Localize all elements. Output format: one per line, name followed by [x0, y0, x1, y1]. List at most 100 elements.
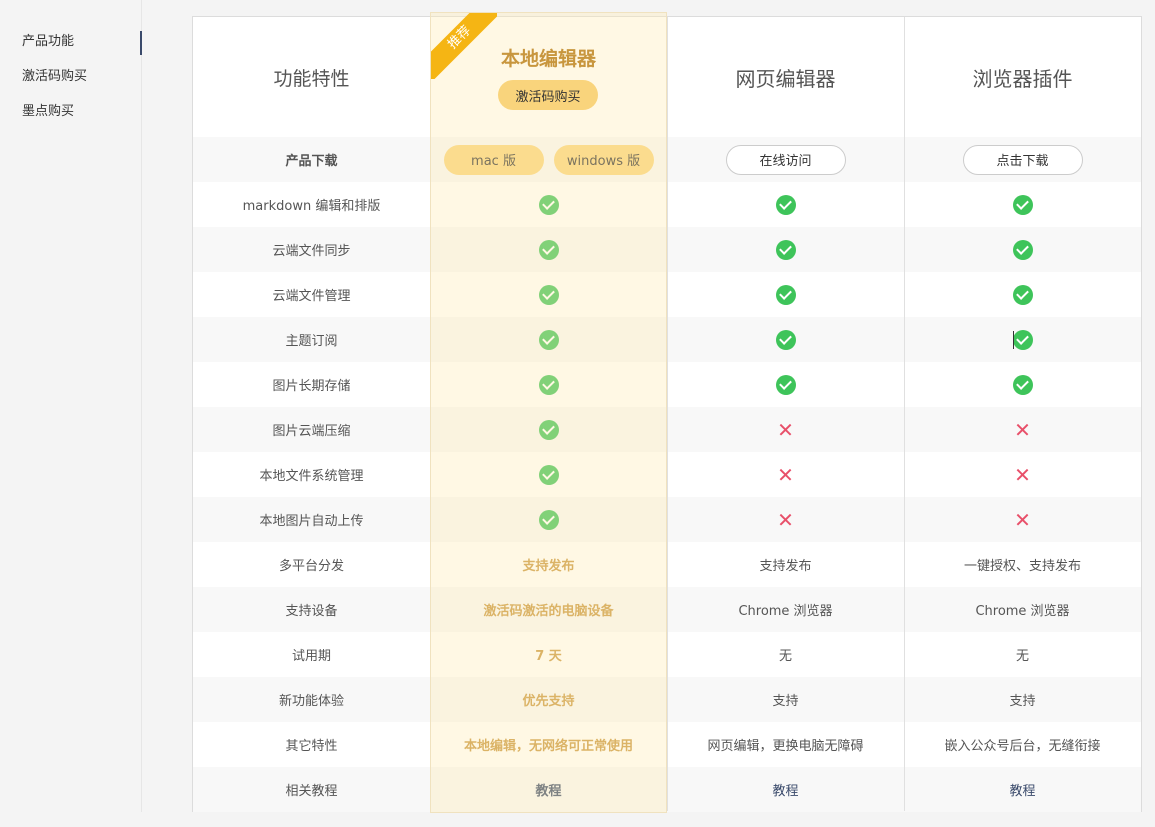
browser-plugin-title: 浏览器插件 [972, 66, 1073, 91]
local-value-cell: 7 天 [535, 649, 562, 664]
row-label: 主题订阅 [285, 334, 338, 349]
sidebar-active-indicator [140, 31, 142, 55]
local-support-cell [430, 407, 667, 452]
plugin-value-cell: 嵌入公众号后台，无缝衔接 [944, 739, 1101, 754]
row-label: 图片长期存储 [272, 379, 351, 394]
local-support-cell [430, 452, 667, 497]
local-support-cell [430, 272, 667, 317]
plugin-value-cell: 支持 [1009, 694, 1036, 709]
cross-icon: ✕ [1014, 507, 1031, 532]
row-label: 产品下载 [193, 137, 430, 182]
download-row-label: 产品下载 [285, 154, 338, 169]
web-support-cell [667, 272, 904, 317]
web-value-cell: 无 [778, 649, 792, 664]
row-label: markdown 编辑和排版 [242, 199, 381, 214]
check-icon [775, 194, 796, 215]
windows-download-button[interactable]: windows 版 [553, 144, 654, 175]
plugin-support-cell: ✕ [904, 407, 1141, 452]
row-label: 相关教程 [285, 784, 338, 799]
cross-icon: ✕ [1014, 417, 1031, 442]
check-icon [538, 374, 559, 395]
check-icon [538, 284, 559, 305]
local-support-cell [430, 497, 667, 542]
check-icon [775, 329, 796, 350]
activation-code-buy-button[interactable]: 激活码购买 [498, 80, 598, 110]
row-label: 试用期 [291, 649, 331, 664]
comparison-table: 功能特性 网页编辑器 浏览器插件 产品下载 mac 版 windows 版 在线… [192, 16, 1142, 812]
sidebar-item-ink-points[interactable]: 墨点购买 [22, 100, 74, 124]
plugin-support-cell [904, 362, 1141, 407]
check-icon [538, 239, 559, 260]
web-value-cell: 网页编辑，更换电脑无障碍 [707, 739, 864, 754]
plugin-tutorial-cell: 教程 [904, 767, 1141, 812]
column-divider [430, 17, 431, 811]
row-label: 本地文件系统管理 [259, 469, 364, 484]
web-tutorial-link[interactable]: 教程 [772, 780, 798, 799]
plugin-support-cell [904, 182, 1141, 227]
row-label: 本地图片自动上传 [259, 514, 364, 529]
cross-icon: ✕ [777, 462, 794, 487]
mac-download-button[interactable]: mac 版 [443, 144, 544, 175]
sidebar: 产品功能 激活码购买 墨点购买 [0, 0, 142, 812]
row-label: 云端文件同步 [272, 244, 351, 259]
local-value-cell: 优先支持 [522, 694, 575, 709]
web-value-cell: 支持发布 [759, 559, 812, 574]
plugin-value-cell: 一键授权、支持发布 [963, 559, 1081, 574]
check-icon [538, 419, 559, 440]
check-icon [538, 464, 559, 485]
row-label: 图片云端压缩 [272, 424, 351, 439]
web-value-cell: 支持 [772, 694, 799, 709]
cross-icon: ✕ [777, 507, 794, 532]
check-icon [775, 239, 796, 260]
plugin-download-cell: 点击下载 [904, 137, 1141, 182]
plugin-value-cell: Chrome 浏览器 [975, 604, 1070, 619]
local-support-cell [430, 362, 667, 407]
local-value-cell: 支持发布 [522, 559, 575, 574]
check-icon [775, 284, 796, 305]
plugin-support-cell [904, 317, 1141, 362]
web-editor-header: 网页编辑器 [667, 17, 904, 137]
local-support-cell [430, 317, 667, 362]
local-editor-title: 本地编辑器 [500, 48, 596, 70]
text-cursor [1013, 331, 1014, 349]
sidebar-item-product-features[interactable]: 产品功能 [22, 30, 74, 54]
web-support-cell: ✕ [667, 452, 904, 497]
plugin-value-cell: 无 [1015, 649, 1029, 664]
plugin-download-button[interactable]: 点击下载 [962, 144, 1083, 175]
web-tutorial-cell: 教程 [667, 767, 904, 812]
web-support-cell: ✕ [667, 497, 904, 542]
check-icon [1012, 374, 1033, 395]
check-icon [538, 509, 559, 530]
row-label: 云端文件管理 [272, 289, 351, 304]
browser-plugin-header: 浏览器插件 [904, 17, 1141, 137]
local-support-cell [430, 227, 667, 272]
row-label: 多平台分发 [278, 559, 344, 574]
online-access-button[interactable]: 在线访问 [725, 144, 846, 175]
web-editor-title: 网页编辑器 [735, 66, 836, 91]
cross-icon: ✕ [1014, 462, 1031, 487]
plugin-support-cell: ✕ [904, 497, 1141, 542]
local-tutorial-cell: 教程 [430, 767, 667, 812]
web-support-cell [667, 317, 904, 362]
feature-column-header: 功能特性 [193, 17, 430, 137]
row-label: 其它特性 [285, 739, 338, 754]
check-icon [1012, 239, 1033, 260]
check-icon [775, 374, 796, 395]
local-support-cell [430, 182, 667, 227]
check-icon [1012, 194, 1033, 215]
plugin-support-cell [904, 227, 1141, 272]
local-value-cell: 本地编辑，无网络可正常使用 [463, 739, 633, 754]
column-divider [904, 17, 905, 811]
local-tutorial-link[interactable]: 教程 [535, 780, 561, 799]
plugin-tutorial-link[interactable]: 教程 [1009, 780, 1035, 799]
column-divider [667, 17, 668, 811]
sidebar-item-activation-code[interactable]: 激活码购买 [22, 65, 87, 89]
feature-column-title: 功能特性 [273, 67, 350, 90]
web-value-cell: Chrome 浏览器 [738, 604, 833, 619]
cross-icon: ✕ [777, 417, 794, 442]
local-value-cell: 激活码激活的电脑设备 [483, 604, 614, 619]
web-support-cell [667, 182, 904, 227]
check-icon [1012, 329, 1033, 350]
web-access-cell: 在线访问 [667, 137, 904, 182]
row-label: 新功能体验 [278, 694, 344, 709]
